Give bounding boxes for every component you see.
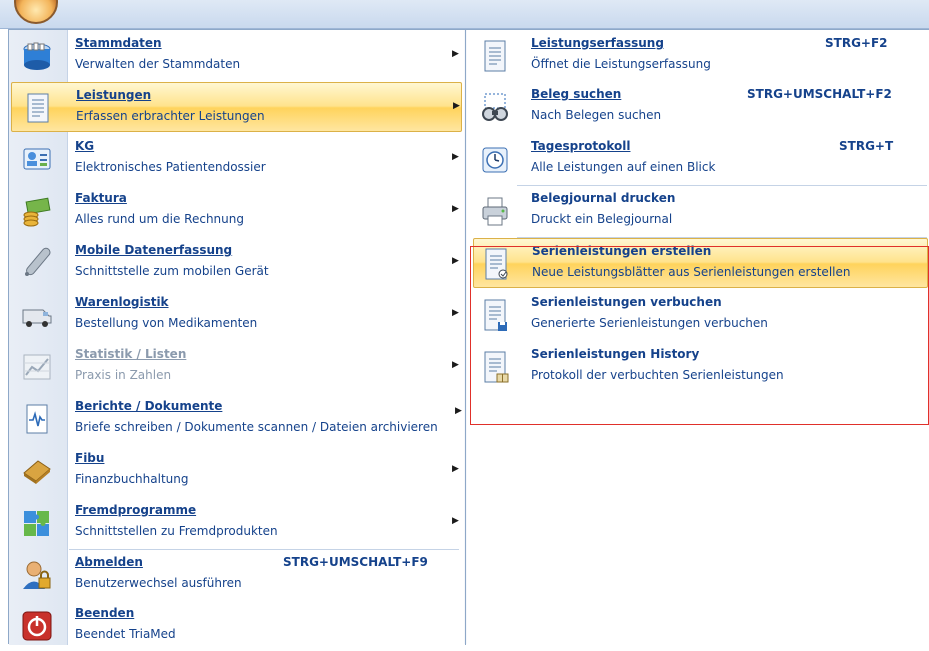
menu-item-desc: Schnittstelle zum mobilen Gerät [75,264,269,278]
submenu-arrow-icon: ▶ [452,204,459,214]
submenu-item-title: Leistungserfassung [531,36,664,50]
menu-item-desc: Alles rund um die Rechnung [75,212,244,226]
menu-item-title: KG [75,139,95,153]
binoculars-icon [481,90,509,124]
submenu-item-desc: Nach Belegen suchen [531,108,662,122]
menu-item-desc: Briefe schreiben / Dokumente scannen / D… [75,420,438,434]
series-history-icon [481,350,509,384]
submenu-arrow-icon: ▶ [453,101,460,111]
power-icon [21,610,53,642]
menu-item-fremdprogramme[interactable]: Fremdprogramme Schnittstellen zu Fremdpr… [11,498,462,548]
submenu-arrow-icon: ▶ [452,308,459,318]
chart-icon [21,351,53,383]
series-create-icon [482,247,510,281]
submenu-item-desc: Öffnet die Leistungserfassung [531,57,711,71]
menu-item-mobile-datenerfassung[interactable]: Mobile Datenerfassung Schnittstelle zum … [11,238,462,288]
clock-icon [481,142,509,176]
menu-item-title: Abmelden [75,555,143,569]
submenu-item-title: Serienleistungen erstellen [532,244,712,258]
menu-item-desc: Verwalten der Stammdaten [75,57,241,71]
printer-icon [481,194,509,228]
menu-item-kg[interactable]: KG Elektronisches Patientendossier ▶ [11,134,462,184]
submenu-panel: Leistungserfassung STRG+F2 Öffnet die Le… [467,30,929,645]
menu-item-title: Statistik / Listen [75,347,187,361]
submenu-arrow-icon: ▶ [452,152,459,162]
puzzle-icon [21,507,53,539]
menu-item-desc: Finanzbuchhaltung [75,472,189,486]
menu-item-title: Fibu [75,451,105,465]
submenu-item-serienleistungen-history[interactable]: Serienleistungen History Protokoll der v… [473,342,928,392]
menu-item-title: Mobile Datenerfassung [75,243,233,257]
series-post-icon [481,298,509,332]
submenu-item-desc: Druckt ein Belegjournal [531,212,673,226]
submenu-arrow-icon: ▶ [455,406,462,416]
submenu-arrow-icon: ▶ [452,516,459,526]
submenu-item-beleg-suchen[interactable]: Beleg suchen STRG+UMSCHALT+F2 Nach Beleg… [473,82,928,132]
user-lock-icon [21,559,53,591]
submenu-item-title: Belegjournal drucken [531,191,676,205]
menu-item-faktura[interactable]: Faktura Alles rund um die Rechnung ▶ [11,186,462,236]
submenu-item-title: Beleg suchen [531,87,622,101]
pen-icon [21,247,53,279]
menu-item-desc: Elektronisches Patientendossier [75,160,266,174]
submenu-item-title: Serienleistungen verbuchen [531,295,722,309]
submenu-item-desc: Neue Leistungsblätter aus Serienleistung… [532,265,851,279]
submenu-arrow-icon: ▶ [452,49,459,59]
menu-item-desc: Praxis in Zahlen [75,368,172,382]
menu-item-title: Stammdaten [75,36,162,50]
menu-item-abmelden[interactable]: Abmelden STRG+UMSCHALT+F9 Benutzerwechse… [11,550,462,600]
menu-item-title: Faktura [75,191,127,205]
application-menu: Stammdaten Verwalten der Stammdaten ▶ Le… [8,29,929,645]
menu-item-fibu[interactable]: Fibu Finanzbuchhaltung ▶ [11,446,462,496]
menu-item-leistungen[interactable]: Leistungen Erfassen erbrachter Leistunge… [11,82,462,132]
menu-item-desc: Bestellung von Medikamenten [75,316,258,330]
menu-item-stammdaten[interactable]: Stammdaten Verwalten der Stammdaten ▶ [11,31,462,81]
menu-item-title: Fremdprogramme [75,503,197,517]
money-icon [21,195,53,227]
submenu-item-desc: Protokoll der verbuchten Serienleistunge… [531,368,784,382]
menu-item-desc: Benutzerwechsel ausführen [75,576,242,590]
submenu-arrow-icon: ▶ [452,464,459,474]
menu-item-desc: Schnittstellen zu Fremdprodukten [75,524,278,538]
submenu-item-tagesprotokoll[interactable]: Tagesprotokoll STRG+T Alle Leistungen au… [473,134,928,184]
report-icon [21,403,53,435]
menu-item-title: Berichte / Dokumente [75,399,223,413]
document-list-icon [22,92,54,124]
menu-item-warenlogistik[interactable]: Warenlogistik Bestellung von Medikamente… [11,290,462,340]
menu-item-desc: Beendet TriaMed [75,627,176,641]
submenu-item-desc: Generierte Serienleistungen verbuchen [531,316,768,330]
ledger-icon [21,455,53,487]
submenu-item-serienleistungen-verbuchen[interactable]: Serienleistungen verbuchen Generierte Se… [473,290,928,340]
menu-item-title: Beenden [75,606,135,620]
submenu-item-serienleistungen-erstellen[interactable]: Serienleistungen erstellen Neue Leistung… [473,238,928,288]
app-orb-icon[interactable] [14,0,58,24]
patient-card-icon [21,143,53,175]
submenu-item-shortcut: STRG+F2 [825,36,888,50]
panel-divider [465,30,466,645]
main-menu-panel: Stammdaten Verwalten der Stammdaten ▶ Le… [9,30,464,645]
submenu-item-leistungserfassung[interactable]: Leistungserfassung STRG+F2 Öffnet die Le… [473,31,928,81]
menu-item-title: Leistungen [76,88,152,102]
menu-item-title: Warenlogistik [75,295,169,309]
menu-item-statistik-listen[interactable]: Statistik / Listen Praxis in Zahlen ▶ [11,342,462,392]
menu-item-berichte-dokumente[interactable]: Berichte / Dokumente Briefe schreiben / … [11,394,462,444]
van-icon [21,299,53,331]
submenu-item-desc: Alle Leistungen auf einen Blick [531,160,716,174]
database-icon [21,40,53,72]
submenu-item-belegjournal-drucken[interactable]: Belegjournal drucken Druckt ein Belegjou… [473,186,928,236]
submenu-item-shortcut: STRG+T [839,139,894,153]
submenu-arrow-icon: ▶ [452,256,459,266]
submenu-arrow-icon: ▶ [452,360,459,370]
submenu-item-title: Tagesprotokoll [531,139,631,153]
menu-item-desc: Erfassen erbrachter Leistungen [76,109,265,123]
document-icon [481,39,509,73]
submenu-item-title: Serienleistungen History [531,347,700,361]
menu-item-shortcut: STRG+UMSCHALT+F9 [283,555,428,569]
title-bar [0,0,929,29]
submenu-item-shortcut: STRG+UMSCHALT+F2 [747,87,892,101]
